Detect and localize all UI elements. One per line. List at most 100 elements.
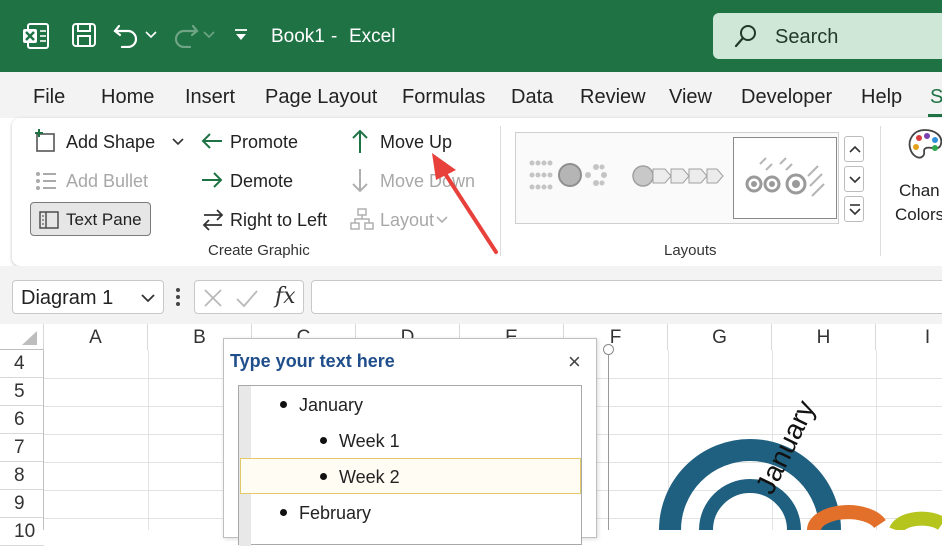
group-label-layouts: Layouts <box>664 242 717 259</box>
list-item-february[interactable]: February <box>299 503 371 524</box>
chevron-down-icon <box>849 176 861 184</box>
selected-item-highlight <box>240 458 581 494</box>
name-box-value: Diagram 1 <box>21 287 114 309</box>
gallery-scroll-down[interactable] <box>844 166 864 192</box>
promote-button[interactable]: Promote <box>230 132 298 153</box>
bullet-icon <box>320 473 327 480</box>
text-pane-list[interactable]: January Week 1 Week 2 February <box>238 385 582 546</box>
tab-review[interactable]: Review <box>580 86 646 109</box>
tab-page-layout[interactable]: Page Layout <box>265 86 377 109</box>
row-header-8[interactable]: 8 <box>0 462 44 490</box>
layout-option-3-selected[interactable] <box>733 137 837 219</box>
tab-home[interactable]: Home <box>101 86 154 109</box>
row-header-4[interactable]: 4 <box>0 350 44 378</box>
list-item-week-1[interactable]: Week 1 <box>339 431 400 452</box>
close-icon[interactable]: × <box>568 349 581 375</box>
enter-check-icon <box>236 290 258 308</box>
row-header-10[interactable]: 10 <box>0 518 44 546</box>
tab-view[interactable]: View <box>669 86 712 109</box>
demote-icon[interactable] <box>200 170 224 190</box>
promote-icon[interactable] <box>200 131 224 151</box>
formula-bar-area: Diagram 1 fx <box>0 266 942 324</box>
more-options-icon[interactable] <box>174 286 182 308</box>
redo-dropdown-icon <box>203 31 215 39</box>
demote-button[interactable]: Demote <box>230 171 293 192</box>
tab-formulas[interactable]: Formulas <box>402 86 485 109</box>
change-colors-palette-icon[interactable] <box>905 126 942 166</box>
group-label-create-graphic: Create Graphic <box>208 242 310 259</box>
bullet-icon <box>320 437 327 444</box>
add-shape-button[interactable]: Add Shape <box>66 132 155 153</box>
layout-icon <box>350 208 374 230</box>
row-header-divider <box>43 350 44 530</box>
tab-developer[interactable]: Developer <box>741 86 832 109</box>
text-pane-label: Text Pane <box>66 210 142 229</box>
tab-smartart-design[interactable]: S <box>930 86 942 109</box>
app-name: Excel <box>349 26 396 47</box>
save-icon[interactable] <box>71 22 97 48</box>
right-to-left-button[interactable]: Right to Left <box>230 210 327 231</box>
layouts-gallery <box>515 132 839 224</box>
layout-option-2[interactable] <box>631 163 727 189</box>
smartart-frame-edge <box>608 350 609 530</box>
select-all-triangle-icon <box>22 331 37 345</box>
tab-data[interactable]: Data <box>511 86 553 109</box>
list-item-week-2[interactable]: Week 2 <box>339 467 400 488</box>
move-down-icon <box>352 169 368 193</box>
chevron-up-icon <box>849 145 861 153</box>
add-bullet-icon <box>36 172 56 190</box>
active-tab-indicator <box>928 114 942 117</box>
gallery-more[interactable] <box>844 196 864 222</box>
layout-option-3-graphic <box>745 157 825 197</box>
tab-help[interactable]: Help <box>861 86 902 109</box>
gridline <box>148 350 149 530</box>
search-label: Search <box>775 26 839 48</box>
name-box[interactable]: Diagram 1 <box>12 280 164 314</box>
insert-function-button[interactable]: fx <box>275 284 296 309</box>
column-header-i[interactable]: I <box>876 324 942 350</box>
column-header-h[interactable]: H <box>772 324 876 350</box>
undo-icon[interactable] <box>112 22 140 48</box>
gallery-more-icon <box>849 204 861 216</box>
text-pane-icon <box>39 211 59 229</box>
bullet-icon <box>280 401 287 408</box>
change-colors-label-2[interactable]: Colors <box>895 205 942 225</box>
bullet-icon <box>280 509 287 516</box>
add-bullet-button: Add Bullet <box>66 171 149 191</box>
layout-option-1[interactable] <box>528 155 616 195</box>
document-title: Book1 <box>271 26 325 47</box>
redo-icon <box>174 24 199 48</box>
undo-dropdown-icon[interactable] <box>145 31 157 39</box>
text-pane-button[interactable]: Text Pane <box>30 202 151 236</box>
row-header-5[interactable]: 5 <box>0 378 44 406</box>
customize-toolbar-icon[interactable] <box>234 28 248 42</box>
title-separator: - <box>331 26 338 47</box>
smartart-diagram[interactable]: January <box>640 364 942 530</box>
row-header-7[interactable]: 7 <box>0 434 44 462</box>
search-icon <box>734 25 756 48</box>
excel-logo-icon <box>23 23 49 49</box>
list-item-january[interactable]: January <box>299 395 363 416</box>
add-shape-dropdown-icon[interactable] <box>172 138 184 146</box>
gallery-scroll-up[interactable] <box>844 136 864 162</box>
add-shape-icon[interactable] <box>34 128 58 154</box>
row-header-9[interactable]: 9 <box>0 490 44 518</box>
chevron-down-icon[interactable] <box>141 294 155 303</box>
formula-input[interactable] <box>311 280 942 314</box>
select-all-corner[interactable] <box>0 324 44 350</box>
group-divider-2 <box>880 126 881 256</box>
search-box[interactable]: Search <box>713 13 942 59</box>
move-up-icon[interactable] <box>350 128 370 154</box>
column-header-a[interactable]: A <box>44 324 148 350</box>
text-pane-title: Type your text here <box>230 351 395 371</box>
tab-file[interactable]: File <box>33 86 65 109</box>
tab-insert[interactable]: Insert <box>185 86 235 109</box>
annotation-arrow <box>432 153 498 254</box>
row-header-6[interactable]: 6 <box>0 406 44 434</box>
resize-handle[interactable] <box>603 344 614 355</box>
change-colors-label-1[interactable]: Chan <box>899 181 940 201</box>
column-header-g[interactable]: G <box>668 324 772 350</box>
ribbon-tabs: File Home Insert Page Layout Formulas Da… <box>0 72 942 118</box>
right-to-left-icon[interactable] <box>200 208 226 232</box>
smartart-text-pane: Type your text here × January Week 1 Wee… <box>223 338 597 546</box>
